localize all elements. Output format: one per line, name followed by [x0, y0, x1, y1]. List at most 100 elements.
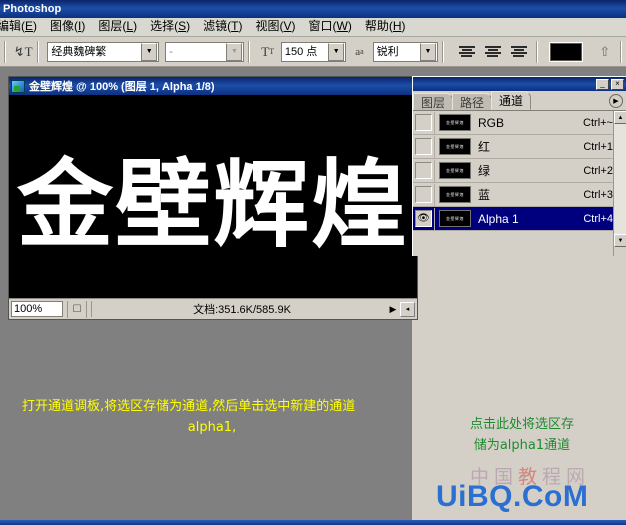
channel-thumbnail: 金壁辉煌 [439, 114, 471, 131]
eye-icon-off [415, 114, 432, 131]
align-right-icon[interactable] [506, 41, 532, 63]
font-style-value: - [169, 45, 173, 58]
warp-text-icon[interactable]: ⇧ [594, 41, 616, 63]
scroll-down-icon[interactable]: ▼ [614, 234, 626, 247]
panel-menu-icon[interactable]: ▶ [609, 94, 623, 108]
channel-shortcut: Ctrl+~ [583, 116, 613, 129]
eye-icon-off [415, 162, 432, 179]
eye-icon-off [415, 138, 432, 155]
document-size-info: 文档:351.6K/585.9K [91, 301, 386, 317]
font-family-combo[interactable]: 经典魏碑繁 ▼ [47, 41, 160, 62]
document-title: 金壁辉煌 @ 100% (图层 1, Alpha 1/8) [29, 81, 215, 93]
menu-item-window[interactable]: 窗口(W) [303, 18, 359, 36]
channel-name: Alpha 1 [478, 211, 519, 226]
align-center-icon[interactable] [480, 41, 506, 63]
channel-row-rgb[interactable]: 金壁辉煌 RGB Ctrl+~ [413, 111, 626, 135]
text-orientation-icon[interactable]: ↯T [13, 41, 33, 63]
menu-label-layer: 图层 [98, 19, 123, 33]
menu-item-layer[interactable]: 图层(L) [92, 18, 144, 36]
tab-paths[interactable]: 路径 [452, 93, 493, 110]
channel-row-blue[interactable]: 金壁辉煌 蓝 Ctrl+3 [413, 183, 626, 207]
image-canvas[interactable]: 金壁辉煌 [9, 95, 417, 298]
channel-name: 绿 [478, 164, 491, 178]
app-title-bar: Photoshop [0, 0, 626, 18]
menu-mnemonic-select: S [178, 19, 187, 33]
tab-layers[interactable]: 图层 [413, 93, 454, 110]
channel-row-red[interactable]: 金壁辉煌 红 Ctrl+1 [413, 135, 626, 159]
preview-proxy-icon[interactable]: ☐ [67, 300, 87, 318]
menu-bar[interactable]: 编辑(E) 图像(I) 图层(L) 选择(S) 滤镜(T) 视图(V) 窗口(W… [0, 18, 626, 37]
channel-visibility-toggle[interactable] [413, 111, 435, 134]
menu-item-help[interactable]: 帮助(H) [359, 18, 413, 36]
app-title: Photoshop [3, 3, 62, 15]
tab-layers-label: 图层 [421, 95, 446, 110]
scroll-up-icon[interactable]: ▲ [614, 111, 626, 124]
document-status-bar: 100% ☐ 文档:351.6K/585.9K ▶ ◂ [9, 298, 417, 319]
channel-visibility-toggle[interactable] [413, 135, 435, 158]
menu-mnemonic-edit: E [25, 19, 34, 33]
chevron-down-icon[interactable]: ▼ [226, 42, 243, 61]
options-separator-4 [441, 40, 444, 63]
document-icon [11, 79, 25, 93]
channel-name: RGB [478, 115, 505, 130]
channel-visibility-toggle[interactable]: 👁 [413, 207, 435, 230]
status-expand-arrow-icon[interactable]: ▶ [386, 301, 400, 318]
annotation-green-line2: 储为alpha1通道 [473, 438, 571, 453]
menu-item-image[interactable]: 图像(I) [44, 18, 92, 36]
menu-label-help: 帮助 [364, 19, 389, 33]
anti-alias-combo[interactable]: 锐利 ▼ [372, 41, 438, 62]
zoom-level-input[interactable]: 100% [11, 301, 63, 317]
anti-alias-icon: aa [355, 45, 364, 58]
menu-item-edit[interactable]: 编辑(E) [0, 18, 44, 36]
document-window: 金壁辉煌 @ 100% (图层 1, Alpha 1/8) 金壁辉煌 100% … [8, 76, 418, 320]
font-style-combo[interactable]: - ▼ [165, 41, 245, 62]
font-size-icon: TT [261, 43, 275, 59]
menu-mnemonic-help: H [392, 19, 402, 33]
channel-row-alpha-1[interactable]: 👁 金壁辉煌 Alpha 1 Ctrl+4 [413, 207, 626, 231]
zoom-level-value: 100% [14, 303, 43, 315]
menu-item-filter[interactable]: 滤镜(T) [197, 18, 249, 36]
scrollbar-track[interactable] [614, 124, 626, 234]
channel-visibility-toggle[interactable] [413, 159, 435, 182]
menu-label-filter: 滤镜 [203, 19, 228, 33]
channel-shortcut: Ctrl+4 [583, 212, 613, 225]
chevron-down-icon[interactable]: ▼ [328, 42, 345, 61]
eye-icon-on: 👁 [415, 210, 432, 227]
options-separator-3 [248, 40, 251, 63]
menu-label-window: 窗口 [308, 19, 333, 33]
options-separator-5 [535, 40, 538, 63]
menu-mnemonic-image: I [78, 19, 82, 33]
taskbar [0, 520, 626, 525]
channel-shortcut: Ctrl+1 [583, 140, 613, 153]
channel-row-green[interactable]: 金壁辉煌 绿 Ctrl+2 [413, 159, 626, 183]
channels-scrollbar[interactable]: ▲ ▼ [613, 111, 626, 256]
document-title-bar[interactable]: 金壁辉煌 @ 100% (图层 1, Alpha 1/8) [9, 77, 417, 95]
panel-caption-bar[interactable]: _ × [413, 77, 626, 91]
menu-item-view[interactable]: 视图(V) [249, 18, 302, 36]
menu-item-select[interactable]: 选择(S) [144, 18, 197, 36]
channel-thumbnail: 金壁辉煌 [439, 186, 471, 203]
canvas-artwork-text: 金壁辉煌 [17, 148, 409, 261]
font-size-combo[interactable]: 150 点 ▼ [280, 41, 347, 62]
chevron-down-icon[interactable]: ▼ [419, 42, 436, 61]
watermark-site: UiBQ.CoM [436, 480, 589, 513]
close-icon[interactable]: × [611, 78, 624, 90]
menu-mnemonic-filter: T [231, 19, 239, 33]
align-left-icon[interactable] [454, 41, 480, 63]
resize-grip-icon[interactable]: ◂ [400, 301, 415, 317]
options-separator-2 [37, 40, 40, 63]
channels-list-body: 金壁辉煌 RGB Ctrl+~ 金壁辉煌 红 Ctrl+1 金壁辉煌 绿 Ctr… [413, 111, 626, 256]
channel-shortcut: Ctrl+3 [583, 188, 613, 201]
channel-visibility-toggle[interactable] [413, 183, 435, 206]
text-tool-options-bar: ↯T 经典魏碑繁 ▼ - ▼ TT 150 点 ▼ aa 锐利 ▼ ⇧ [0, 37, 626, 67]
channel-thumbnail: 金壁辉煌 [439, 162, 471, 179]
chevron-down-icon[interactable]: ▼ [141, 42, 158, 61]
menu-mnemonic-view: V [283, 19, 292, 33]
menu-mnemonic-window: W [336, 19, 348, 33]
text-color-swatch[interactable] [549, 42, 582, 61]
paragraph-align-group [454, 41, 532, 63]
minimize-icon[interactable]: _ [596, 78, 609, 90]
tab-channels[interactable]: 通道 [491, 91, 532, 110]
channel-name: 红 [478, 140, 491, 154]
channel-thumbnail: 金壁辉煌 [439, 138, 471, 155]
